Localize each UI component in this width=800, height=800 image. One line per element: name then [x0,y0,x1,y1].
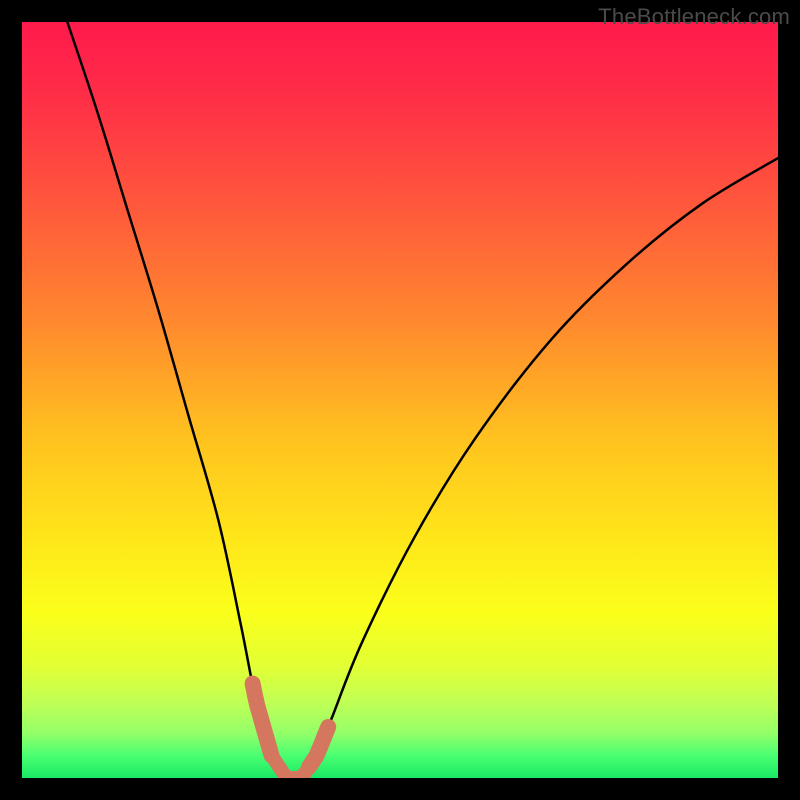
plot-area [22,22,778,778]
chart-stage: TheBottleneck.com [0,0,800,800]
watermark-label: TheBottleneck.com [598,4,790,30]
highlight-markers [22,22,778,778]
